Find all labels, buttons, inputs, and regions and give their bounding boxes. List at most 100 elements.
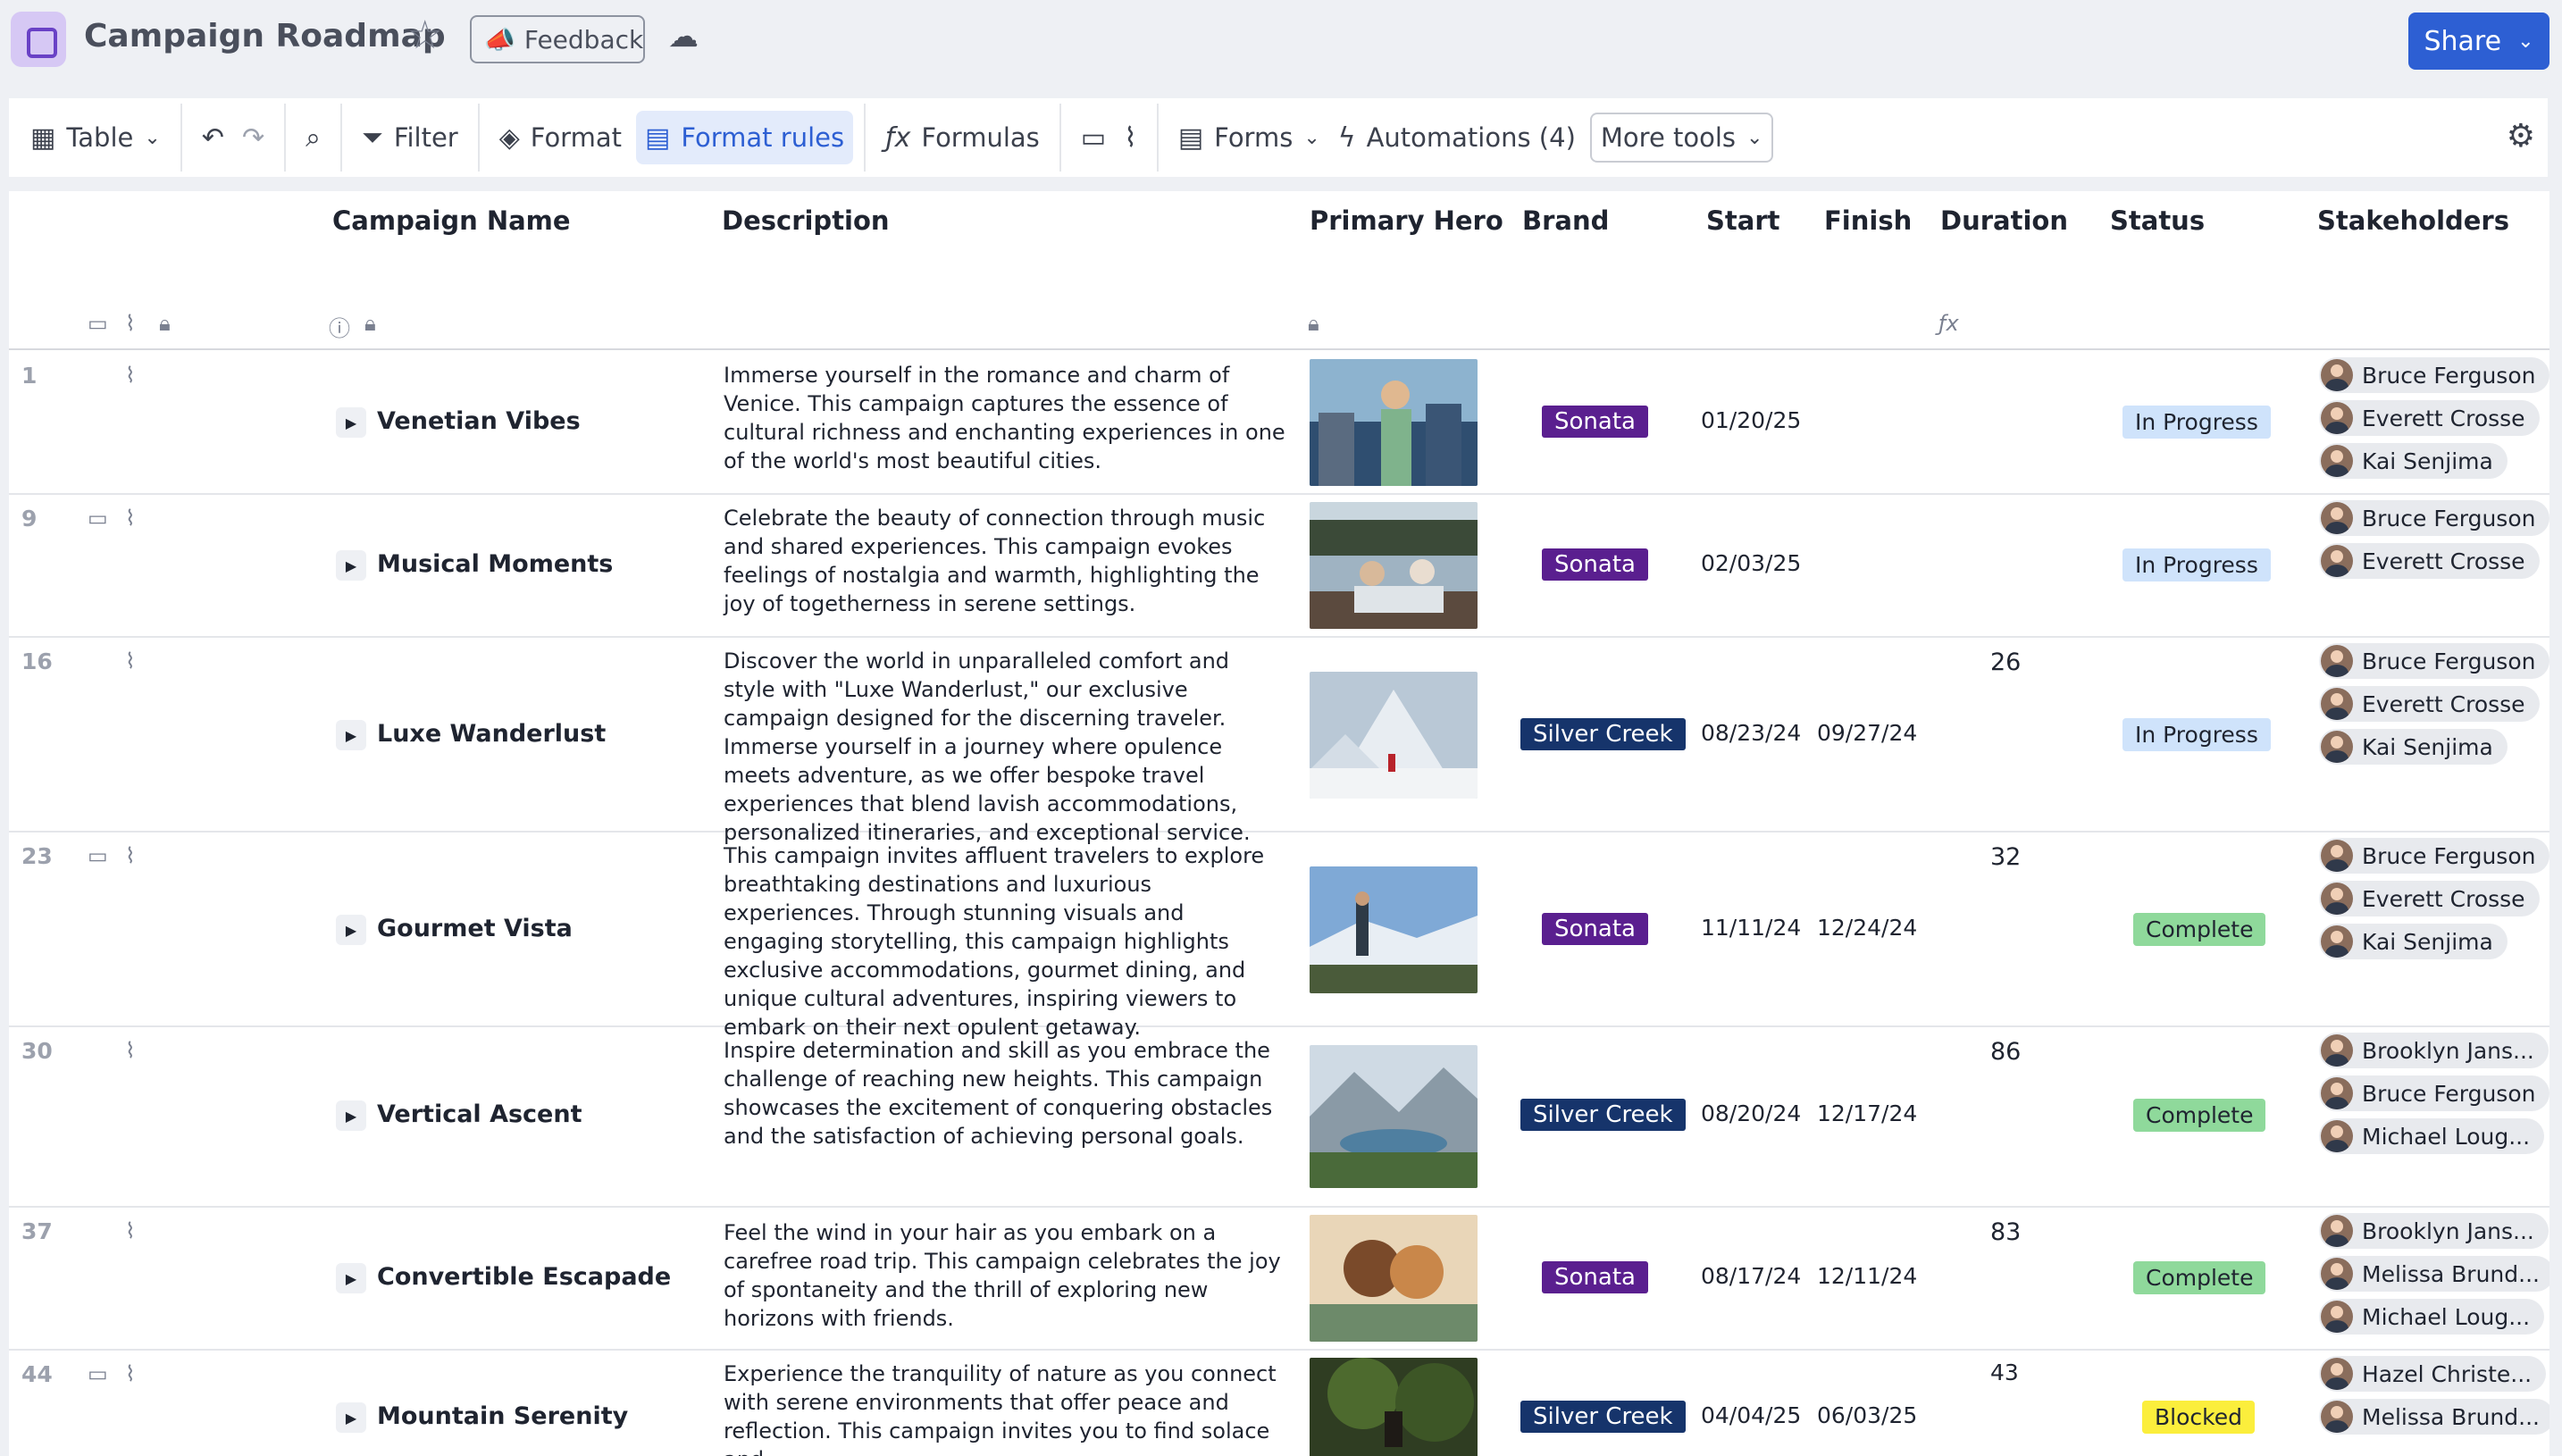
start-date[interactable]: 01/20/25 [1701, 407, 1801, 433]
hero-image[interactable] [1310, 359, 1478, 486]
column-header-status[interactable]: Status [2110, 205, 2205, 236]
hero-image[interactable] [1310, 672, 1478, 799]
description[interactable]: Feel the wind in your hair as you embark… [724, 1218, 1286, 1333]
stakeholder-chip[interactable]: Brooklyn Jans... [2319, 1213, 2549, 1249]
column-header-campaign-name[interactable]: Campaign Name [332, 205, 571, 236]
campaign-name[interactable]: Luxe Wanderlust [377, 720, 606, 748]
campaign-name[interactable]: Mountain Serenity [377, 1402, 628, 1430]
share-button[interactable]: Share ⌄ [2408, 13, 2549, 70]
stakeholder-chip[interactable]: Kai Senjima [2319, 924, 2508, 959]
stakeholder-chip[interactable]: Bruce Ferguson [2319, 357, 2549, 393]
format-rules-button[interactable]: ▤ Format rules [636, 111, 854, 164]
comment-icon[interactable]: ▭ [88, 1361, 108, 1386]
forms-button[interactable]: ▤ Forms ⌄ [1169, 111, 1329, 164]
finish-date[interactable]: 09/27/24 [1817, 720, 1917, 746]
table-row[interactable]: 30 ⌇ ▶ Vertical Ascent Inspire determina… [9, 1027, 2549, 1208]
table-row[interactable]: 16 ⌇ ▶ Luxe Wanderlust Discover the worl… [9, 638, 2549, 845]
table-row[interactable]: 37 ⌇ ▶ Convertible Escapade Feel the win… [9, 1208, 2549, 1351]
search-button[interactable]: ⌕ [297, 111, 330, 164]
campaign-name[interactable]: Gourmet Vista [377, 915, 573, 942]
undo-button[interactable]: ↶ [193, 111, 233, 164]
column-header-stakeholders[interactable]: Stakeholders [2317, 205, 2509, 236]
start-date[interactable]: 08/20/24 [1701, 1100, 1801, 1126]
expand-row-button[interactable]: ▶ [336, 1402, 366, 1433]
expand-row-button[interactable]: ▶ [336, 720, 366, 750]
cloud-sync-icon[interactable]: ☁ [668, 21, 699, 52]
expand-row-button[interactable]: ▶ [336, 550, 366, 581]
paperclip-icon[interactable]: ⌇ [125, 1361, 136, 1386]
table-row[interactable]: 1 ⌇ ▶ Venetian Vibes Immerse yourself in… [9, 352, 2549, 495]
start-date[interactable]: 02/03/25 [1701, 550, 1801, 576]
view-switcher-button[interactable]: ▦ Table ⌄ [21, 111, 170, 164]
paperclip-icon[interactable]: ⌇ [125, 1218, 136, 1243]
description[interactable]: Immerse yourself in the romance and char… [724, 361, 1286, 475]
stakeholder-chip[interactable]: Hazel Christe... [2319, 1356, 2547, 1392]
column-header-description[interactable]: Description [722, 205, 890, 236]
campaign-name[interactable]: Convertible Escapade [377, 1263, 671, 1291]
finish-date[interactable]: 12/17/24 [1817, 1100, 1917, 1126]
hero-image[interactable] [1310, 866, 1478, 993]
table-row[interactable]: 23 ▭ ⌇ ▶ Gourmet Vista This campaign inv… [9, 833, 2549, 1040]
start-date[interactable]: 08/17/24 [1701, 1263, 1801, 1289]
start-date[interactable]: 04/04/25 [1701, 1402, 1801, 1428]
column-header-primary-hero[interactable]: Primary Hero [1310, 205, 1503, 236]
hero-image[interactable] [1310, 1045, 1478, 1188]
column-header-finish[interactable]: Finish [1824, 205, 1912, 236]
stakeholder-chip[interactable]: Everett Crosse [2319, 881, 2540, 916]
stakeholder-chip[interactable]: Bruce Ferguson [2319, 838, 2549, 874]
table-row[interactable]: 9 ▭ ⌇ ▶ Musical Moments Celebrate the be… [9, 495, 2549, 638]
format-button[interactable]: ◈ Format [490, 111, 631, 164]
description[interactable]: Experience the tranquility of nature as … [724, 1360, 1286, 1456]
expand-row-button[interactable]: ▶ [336, 915, 366, 945]
paperclip-icon[interactable]: ⌇ [125, 363, 136, 388]
column-header-start[interactable]: Start [1706, 205, 1779, 236]
start-date[interactable]: 11/11/24 [1701, 915, 1801, 941]
formulas-button[interactable]: ƒx Formulas [876, 111, 1049, 164]
description[interactable]: Inspire determination and skill as you e… [724, 1036, 1286, 1151]
stakeholder-chip[interactable]: Bruce Ferguson [2319, 500, 2549, 536]
stakeholder-chip[interactable]: Bruce Ferguson [2319, 1075, 2549, 1111]
comment-icon[interactable]: ▭ [88, 506, 108, 531]
automations-button[interactable]: ϟ Automations (4) [1329, 111, 1585, 164]
stakeholder-chip[interactable]: Kai Senjima [2319, 729, 2508, 765]
finish-date[interactable]: 06/03/25 [1817, 1402, 1917, 1428]
paperclip-icon[interactable]: ⌇ [125, 506, 136, 531]
stakeholder-chip[interactable]: Everett Crosse [2319, 400, 2540, 436]
stakeholder-chip[interactable]: Everett Crosse [2319, 686, 2540, 722]
column-header-brand[interactable]: Brand [1522, 205, 1609, 236]
hero-image[interactable] [1310, 502, 1478, 629]
finish-date[interactable]: 12/11/24 [1817, 1263, 1917, 1289]
info-icon[interactable]: ⓘ [329, 311, 350, 342]
finish-date[interactable]: 12/24/24 [1817, 915, 1917, 941]
column-header-duration[interactable]: Duration [1940, 205, 2068, 236]
filter-button[interactable]: ⏷ Filter [353, 111, 467, 164]
stakeholder-chip[interactable]: Bruce Ferguson [2319, 643, 2549, 679]
page-title[interactable]: Campaign Roadmap [84, 18, 446, 54]
hero-image[interactable] [1310, 1215, 1478, 1342]
campaign-name[interactable]: Vertical Ascent [377, 1100, 582, 1128]
paperclip-icon[interactable]: ⌇ [125, 649, 136, 674]
comment-icon[interactable]: ▭ [88, 843, 108, 868]
table-row[interactable]: 44 ▭ ⌇ ▶ Mountain Serenity Experience th… [9, 1351, 2549, 1456]
stakeholder-chip[interactable]: Kai Senjima [2319, 443, 2508, 479]
campaign-name[interactable]: Musical Moments [377, 550, 613, 578]
feedback-button[interactable]: 📣 Feedback [470, 15, 645, 63]
stakeholder-chip[interactable]: Brooklyn Jans... [2319, 1033, 2549, 1068]
star-icon[interactable]: ☆ [407, 16, 442, 55]
redo-button[interactable]: ↷ [233, 111, 273, 164]
expand-row-button[interactable]: ▶ [336, 1100, 366, 1131]
stakeholder-chip[interactable]: Everett Crosse [2319, 543, 2540, 579]
settings-gear-icon[interactable]: ⚙ [2507, 118, 2535, 155]
app-icon[interactable] [11, 12, 66, 67]
expand-row-button[interactable]: ▶ [336, 407, 366, 438]
hero-image[interactable] [1310, 1358, 1478, 1456]
paperclip-icon[interactable]: ⌇ [125, 843, 136, 868]
campaign-name[interactable]: Venetian Vibes [377, 407, 581, 435]
description[interactable]: This campaign invites affluent travelers… [724, 841, 1286, 1042]
attachments-button[interactable]: ⌇ [1115, 111, 1146, 164]
description[interactable]: Celebrate the beauty of connection throu… [724, 504, 1286, 618]
stakeholder-chip[interactable]: Michael Loug... [2319, 1118, 2545, 1154]
stakeholder-chip[interactable]: Michael Loug... [2319, 1299, 2545, 1335]
start-date[interactable]: 08/23/24 [1701, 720, 1801, 746]
stakeholder-chip[interactable]: Melissa Brund... [2319, 1399, 2549, 1435]
